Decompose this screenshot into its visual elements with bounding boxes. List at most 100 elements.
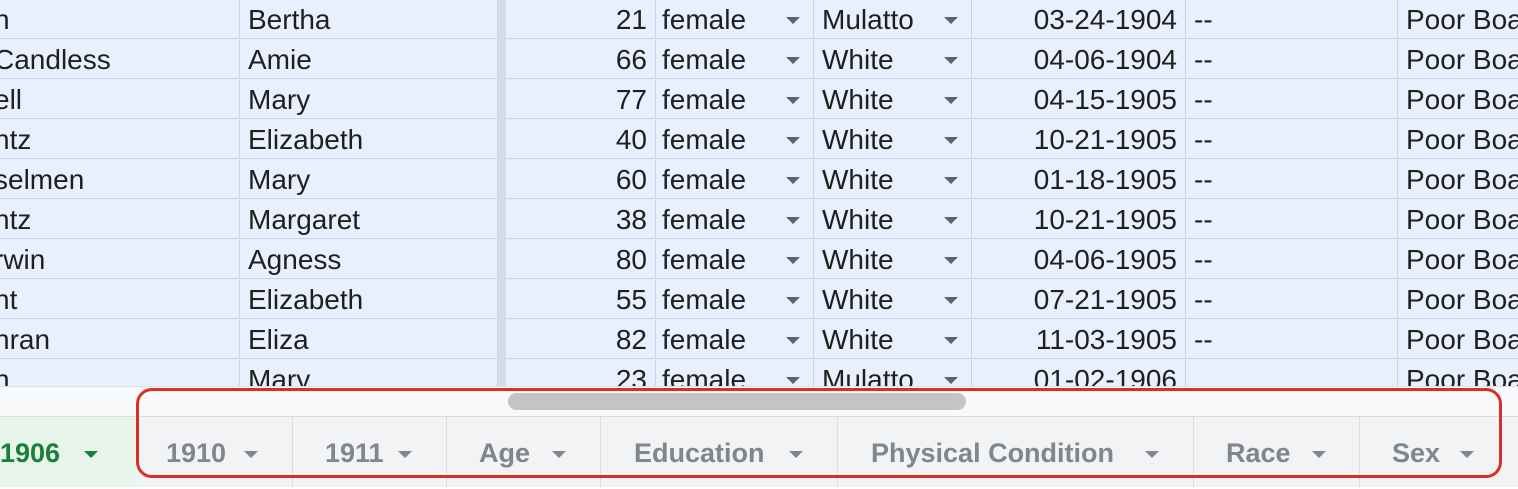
date-cell[interactable]: 11-03-1905 <box>972 320 1186 359</box>
age-cell[interactable]: 38 <box>506 200 656 239</box>
extra-cell[interactable]: -- <box>1186 160 1398 199</box>
age-cell[interactable]: 80 <box>506 240 656 279</box>
first-name-cell[interactable]: Mary <box>240 360 498 386</box>
last-name-cell[interactable]: ntz <box>0 120 240 159</box>
first-name-cell[interactable]: Mary <box>240 160 498 199</box>
chevron-down-icon[interactable] <box>789 451 803 458</box>
first-name-cell[interactable]: Elizabeth <box>240 120 498 159</box>
date-cell[interactable]: 10-21-1905 <box>972 120 1186 159</box>
chevron-down-icon[interactable] <box>944 17 958 24</box>
chevron-down-icon[interactable] <box>84 451 98 458</box>
last-name-cell[interactable]: h <box>0 360 240 386</box>
chevron-down-icon[interactable] <box>1312 451 1326 458</box>
sheet-tab-label: 1910 <box>166 438 227 468</box>
date-cell[interactable]: 04-06-1905 <box>972 240 1186 279</box>
last-name-cell[interactable]: Candless <box>0 40 240 79</box>
age-cell[interactable]: 21 <box>506 0 656 39</box>
chevron-down-icon[interactable] <box>944 97 958 104</box>
age-cell[interactable]: 66 <box>506 40 656 79</box>
horizontal-scrollbar[interactable] <box>0 386 1518 417</box>
extra-cell[interactable]: -- <box>1186 200 1398 239</box>
board-cell[interactable]: Poor Boa <box>1398 160 1518 199</box>
chevron-down-icon[interactable] <box>786 337 800 344</box>
chevron-down-icon[interactable] <box>944 377 958 384</box>
sheet-tab-1911[interactable]: 1911 <box>293 417 447 487</box>
chevron-down-icon[interactable] <box>944 137 958 144</box>
last-name-cell[interactable]: selmen <box>0 160 240 199</box>
chevron-down-icon[interactable] <box>944 177 958 184</box>
chevron-down-icon[interactable] <box>1145 451 1159 458</box>
board-cell[interactable]: Poor Boa <box>1398 280 1518 319</box>
sheet-tab-sex[interactable]: Sex <box>1360 417 1518 487</box>
sheet-tab-education[interactable]: Education <box>601 417 838 487</box>
extra-cell[interactable] <box>1186 360 1398 386</box>
first-name-cell[interactable]: Mary <box>240 80 498 119</box>
date-cell[interactable]: 01-02-1906 <box>972 360 1186 386</box>
extra-cell[interactable]: -- <box>1186 80 1398 119</box>
chevron-down-icon[interactable] <box>786 57 800 64</box>
board-cell[interactable]: Poor Boa <box>1398 200 1518 239</box>
sheet-tab-race[interactable]: Race <box>1194 417 1360 487</box>
extra-cell[interactable]: -- <box>1186 0 1398 39</box>
age-cell[interactable]: 82 <box>506 320 656 359</box>
chevron-down-icon[interactable] <box>786 377 800 384</box>
age-cell[interactable]: 60 <box>506 160 656 199</box>
board-cell[interactable]: Poor Boa <box>1398 80 1518 119</box>
chevron-down-icon[interactable] <box>398 451 412 458</box>
extra-cell[interactable]: -- <box>1186 120 1398 159</box>
chevron-down-icon[interactable] <box>944 57 958 64</box>
chevron-down-icon[interactable] <box>786 17 800 24</box>
last-name-cell[interactable]: hran <box>0 320 240 359</box>
age-cell[interactable]: 55 <box>506 280 656 319</box>
chevron-down-icon[interactable] <box>944 217 958 224</box>
chevron-down-icon[interactable] <box>786 217 800 224</box>
sheet-tab-1910[interactable]: 1910 <box>136 417 293 487</box>
last-name-cell[interactable]: nt <box>0 280 240 319</box>
chevron-down-icon[interactable] <box>244 451 258 458</box>
chevron-down-icon[interactable] <box>786 297 800 304</box>
sheet-tab-physical-condition[interactable]: Physical Condition <box>838 417 1194 487</box>
date-cell[interactable]: 04-06-1904 <box>972 40 1186 79</box>
first-name-cell[interactable]: Elizabeth <box>240 280 498 319</box>
age-cell[interactable]: 77 <box>506 80 656 119</box>
date-cell[interactable]: 04-15-1905 <box>972 80 1186 119</box>
extra-cell[interactable]: -- <box>1186 240 1398 279</box>
chevron-down-icon[interactable] <box>786 177 800 184</box>
extra-cell[interactable]: -- <box>1186 320 1398 359</box>
first-name-cell[interactable]: Agness <box>240 240 498 279</box>
last-name-cell[interactable]: ell <box>0 80 240 119</box>
date-cell[interactable]: 10-21-1905 <box>972 200 1186 239</box>
chevron-down-icon[interactable] <box>786 257 800 264</box>
chevron-down-icon[interactable] <box>786 137 800 144</box>
last-name-cell[interactable]: rwin <box>0 240 240 279</box>
board-cell[interactable]: Poor Boa <box>1398 240 1518 279</box>
age-cell[interactable]: 23 <box>506 360 656 386</box>
sheet-tab-age[interactable]: Age <box>447 417 601 487</box>
chevron-down-icon[interactable] <box>944 337 958 344</box>
extra-cell[interactable]: -- <box>1186 280 1398 319</box>
board-cell[interactable]: Poor Boa <box>1398 120 1518 159</box>
date-cell[interactable]: 01-18-1905 <box>972 160 1186 199</box>
date-cell[interactable]: 07-21-1905 <box>972 280 1186 319</box>
last-name-cell[interactable]: h <box>0 0 240 39</box>
chevron-down-icon[interactable] <box>786 97 800 104</box>
chevron-down-icon[interactable] <box>1460 451 1474 458</box>
last-name-cell[interactable]: ntz <box>0 200 240 239</box>
chevron-down-icon[interactable] <box>552 451 566 458</box>
board-cell[interactable]: Poor Boa <box>1398 0 1518 39</box>
first-name-cell[interactable]: Bertha <box>240 0 498 39</box>
board-cell[interactable]: Poor Boa <box>1398 40 1518 79</box>
board-cell[interactable]: Poor Boa <box>1398 360 1518 386</box>
chevron-down-icon[interactable] <box>944 257 958 264</box>
extra-cell[interactable]: -- <box>1186 40 1398 79</box>
date-cell[interactable]: 03-24-1904 <box>972 0 1186 39</box>
chevron-down-icon[interactable] <box>944 297 958 304</box>
first-name-cell[interactable]: Eliza <box>240 320 498 359</box>
scrollbar-thumb[interactable] <box>508 393 966 410</box>
first-name-cell[interactable]: Margaret <box>240 200 498 239</box>
frozen-column-divider[interactable] <box>498 0 506 386</box>
sheet-tab-1906[interactable]: 1906 <box>0 417 136 487</box>
first-name-cell[interactable]: Amie <box>240 40 498 79</box>
age-cell[interactable]: 40 <box>506 120 656 159</box>
board-cell[interactable]: Poor Boa <box>1398 320 1518 359</box>
